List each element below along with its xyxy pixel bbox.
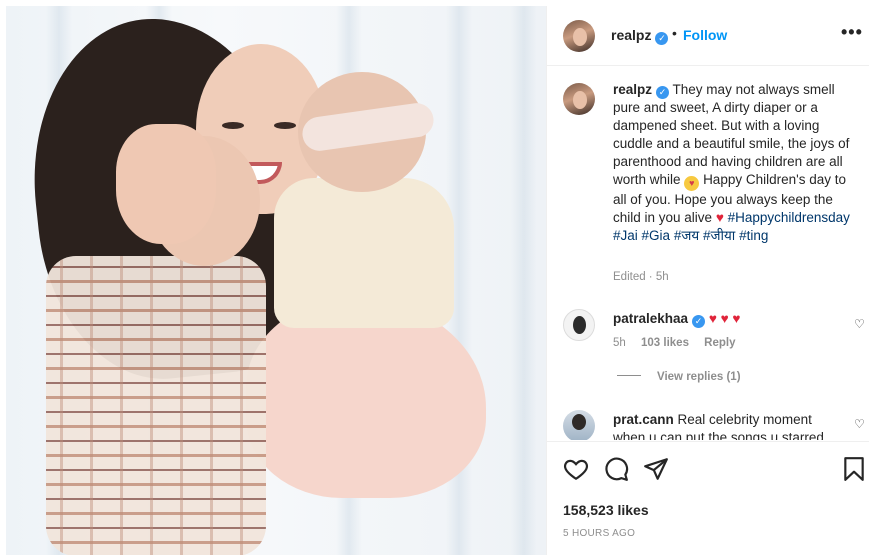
hashtag-link[interactable]: #जय — [674, 228, 699, 243]
post-header: realpz ✓ • Follow ••• — [547, 6, 869, 66]
comments-section: realpz ✓ They may not always smell pure a… — [547, 67, 869, 440]
bookmark-icon[interactable] — [841, 456, 867, 482]
separator-dot: • — [672, 25, 677, 41]
caption-meta: Edited · 5h — [613, 271, 669, 283]
divider-line — [617, 375, 641, 376]
likes-count[interactable]: 158,523 likes — [563, 502, 649, 518]
comment: patralekhaa ✓ ♥ ♥ ♥ — [613, 311, 740, 328]
comment-likes[interactable]: 103 likes — [641, 337, 689, 349]
reply-button[interactable]: Reply — [704, 337, 735, 349]
more-options-icon[interactable]: ••• — [841, 22, 863, 43]
avatar[interactable] — [563, 20, 595, 52]
curtain-stripe — [511, 6, 537, 555]
comment-age: 5h — [613, 337, 626, 349]
red-heart-emoji-icon: ♥ — [715, 210, 724, 225]
avatar[interactable] — [563, 410, 595, 440]
caption: realpz ✓ They may not always smell pure a… — [613, 81, 861, 245]
header-username[interactable]: realpz ✓ — [611, 27, 669, 45]
eye — [222, 122, 244, 129]
comment-username[interactable]: patralekhaa — [613, 311, 688, 326]
follow-button[interactable]: Follow — [683, 27, 727, 43]
hashtag-link[interactable]: #Gia — [642, 228, 671, 243]
verified-badge-icon: ✓ — [692, 315, 706, 328]
hand-shape — [116, 124, 216, 244]
username-text[interactable]: realpz — [611, 27, 651, 43]
avatar[interactable] — [563, 309, 595, 341]
dress-shape — [274, 178, 454, 328]
comment-meta: 5h 103 likes Reply — [613, 337, 748, 349]
comment-like-heart-icon[interactable]: ♡ — [854, 317, 865, 331]
plaid-overlay — [46, 256, 266, 555]
instagram-post: realpz ✓ • Follow ••• realpz ✓ They may no… — [0, 0, 869, 555]
comment: prat.cann Real celebrity moment when u c… — [613, 411, 839, 440]
comment-like-heart-icon[interactable]: ♡ — [854, 417, 865, 431]
post-timestamp: 5 HOURS AGO — [563, 528, 636, 539]
comment-username[interactable]: prat.cann — [613, 412, 674, 427]
hashtag-link[interactable]: #Jai — [613, 228, 638, 243]
verified-badge-icon: ✓ — [656, 86, 670, 99]
comment-text: ♥ ♥ ♥ — [708, 311, 741, 326]
comment-icon[interactable] — [603, 456, 629, 482]
heart-icon[interactable] — [563, 456, 589, 482]
avatar-figure — [573, 316, 586, 334]
heart-eyes-emoji-icon: ♥ — [684, 176, 700, 191]
view-replies-button[interactable]: View replies (1) — [617, 371, 741, 383]
eye — [274, 122, 296, 129]
post-photo[interactable] — [6, 6, 546, 555]
verified-badge-icon: ✓ — [655, 32, 669, 45]
hashtag-link[interactable]: #Happychildrensday — [728, 210, 850, 225]
hashtag-link[interactable]: #जीया — [703, 228, 735, 243]
post-side-panel: realpz ✓ • Follow ••• realpz ✓ They may no… — [546, 6, 869, 555]
share-icon[interactable] — [643, 456, 669, 482]
view-replies-label[interactable]: View replies (1) — [657, 371, 741, 383]
avatar-face — [572, 90, 587, 109]
avatar-face — [572, 27, 587, 46]
caption-username[interactable]: realpz — [613, 82, 652, 97]
action-bar: 158,523 likes 5 HOURS AGO — [547, 441, 869, 555]
avatar[interactable] — [563, 83, 595, 115]
avatar-figure — [572, 414, 586, 430]
hashtag-link[interactable]: #ting — [739, 228, 768, 243]
